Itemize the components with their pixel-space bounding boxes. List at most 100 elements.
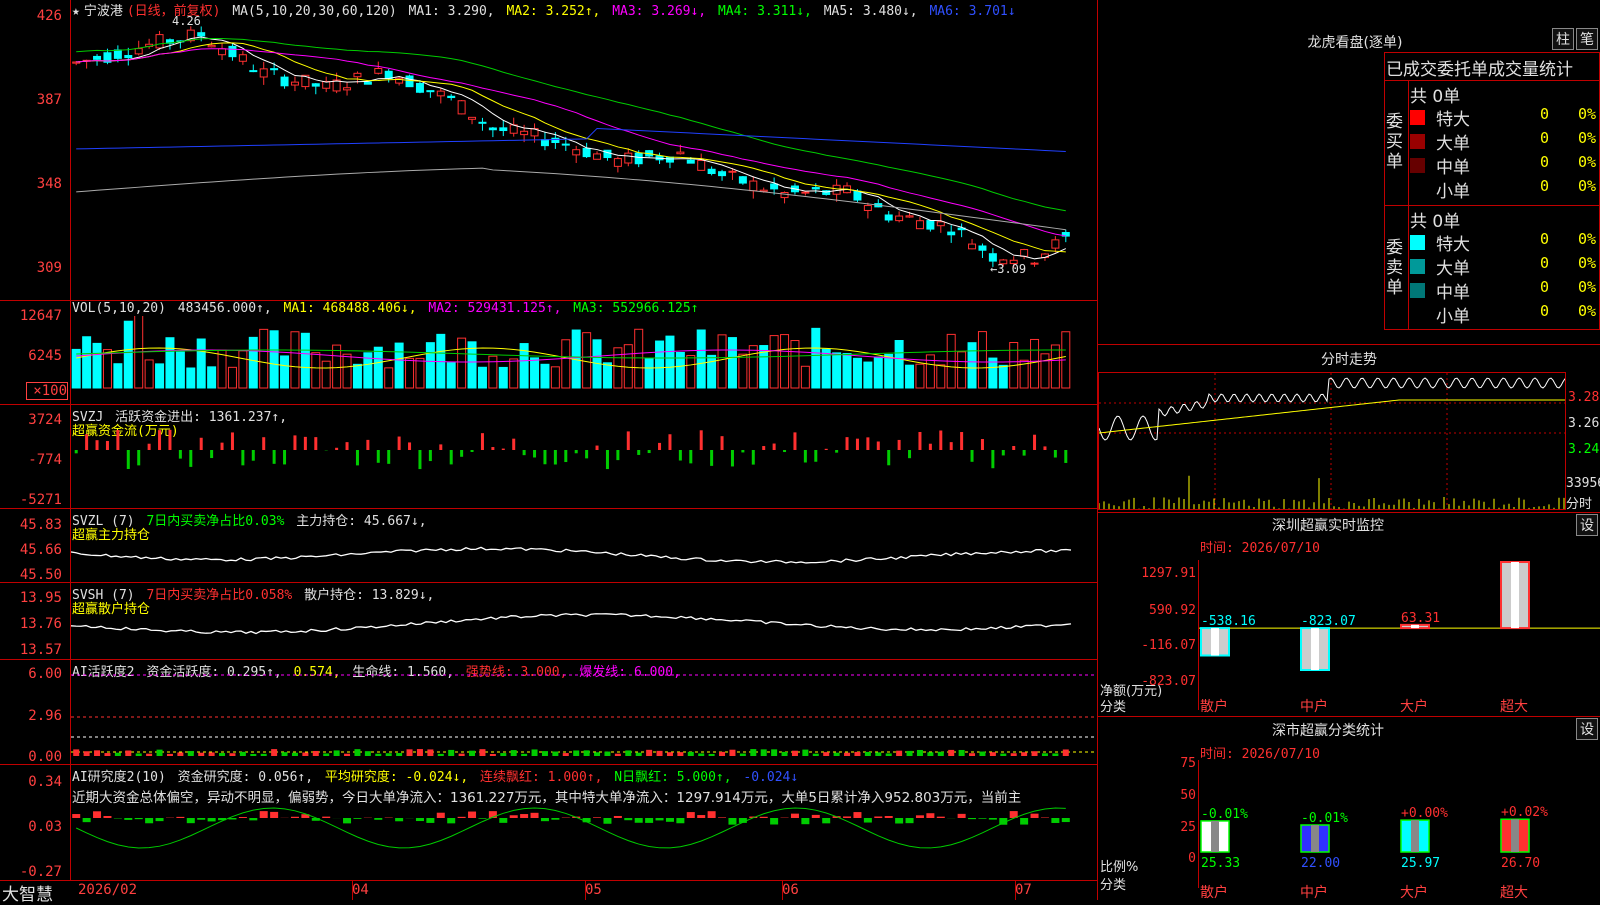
volume-bar	[176, 352, 184, 388]
volume-bar	[249, 337, 257, 388]
volume-bar	[72, 349, 80, 388]
monitor-bar-chart: -538.16-823.0763.311297.91	[1199, 560, 1600, 700]
lhb-row-label: 特大	[1436, 230, 1470, 255]
active-bar	[1011, 753, 1017, 756]
ma-params: MA(5,10,20,30,60,120)	[232, 4, 396, 19]
research-bar	[853, 812, 861, 818]
svzl-hold: 主力持仓: 45.667↓,	[296, 514, 426, 529]
stock-name[interactable]: 宁波港	[84, 4, 123, 19]
brand-logo[interactable]: 大智慧	[2, 880, 53, 905]
lhb-row-count: 0	[1540, 230, 1549, 248]
classify-value-label: 22.00	[1301, 856, 1340, 871]
active-bar	[302, 753, 308, 756]
candle-body	[448, 96, 455, 97]
volume-bar	[208, 367, 216, 388]
volume-bar	[833, 353, 841, 388]
volume-bar	[1051, 345, 1059, 388]
research-bar	[145, 818, 153, 823]
research-bar	[260, 811, 268, 818]
classify-value-label: 25.33	[1201, 856, 1240, 871]
flow-bar	[262, 437, 265, 450]
vol-unit-button[interactable]: ×100	[26, 382, 68, 400]
flow-bar	[356, 450, 359, 465]
active-bar	[802, 750, 808, 756]
volume-bar	[603, 363, 611, 388]
volume-bar	[885, 354, 893, 388]
candle-body	[250, 71, 257, 72]
intraday-chart[interactable]	[1099, 373, 1565, 509]
flow-bar	[491, 447, 494, 450]
candle-body	[364, 82, 371, 84]
classify-bar-highlight	[1311, 825, 1319, 852]
volume-bar	[312, 353, 320, 388]
candle-body	[354, 73, 361, 76]
research-bar	[676, 818, 684, 823]
lhb-row-count: 0	[1540, 153, 1549, 171]
research-bar	[624, 818, 632, 820]
divider-svzl-svsh	[0, 582, 1098, 583]
monitor-xlabel: 分类	[1100, 696, 1126, 715]
active-bar	[209, 752, 215, 756]
active-bar	[604, 752, 610, 756]
volume-bar	[791, 341, 799, 388]
candle-body	[521, 131, 528, 134]
volume-bar	[968, 343, 976, 388]
flow-bar	[835, 450, 838, 453]
classify-settings-button[interactable]: 设	[1576, 718, 1598, 740]
candlestick-chart[interactable]	[71, 18, 1097, 300]
volume-bar	[958, 352, 966, 388]
active-bar	[427, 749, 433, 756]
research-bar	[103, 816, 111, 818]
volume-bar	[93, 343, 101, 388]
lhb-tick-button[interactable]: 笔	[1576, 28, 1598, 50]
volume-bar	[749, 346, 757, 388]
volume-bar	[426, 343, 434, 388]
monitor-tick-3: -116.07	[1141, 638, 1196, 653]
flow-bar	[918, 432, 921, 450]
flow-bar	[554, 450, 557, 464]
candle-body	[635, 153, 642, 164]
research-bar	[843, 816, 851, 818]
ma5-value: MA5: 3.480↓,	[824, 4, 918, 19]
research-bar	[249, 818, 257, 820]
active-bar	[73, 749, 79, 756]
candle-body	[812, 188, 819, 189]
active-bar	[500, 753, 506, 756]
research-bar	[916, 815, 924, 818]
flow-bar	[241, 450, 244, 465]
flow-bar	[700, 430, 703, 450]
monitor-settings-button[interactable]: 设	[1576, 514, 1598, 536]
active-bar	[136, 753, 142, 756]
active-bar	[125, 751, 131, 756]
lhb-buy-sell-divider	[1384, 205, 1600, 206]
lhb-bar-button[interactable]: 柱	[1552, 28, 1574, 50]
active-bar	[469, 751, 475, 756]
flow-bar	[408, 442, 411, 450]
classify-change-label: +0.00%	[1401, 806, 1448, 821]
active-bar	[261, 754, 267, 756]
active-bar	[886, 753, 892, 756]
flow-bar	[1023, 450, 1026, 456]
volume-bar	[478, 367, 486, 388]
candle-body	[94, 56, 101, 59]
vol-tick-2: 6245	[0, 348, 62, 364]
volume-bar	[124, 321, 132, 388]
category-label: 超大	[1500, 882, 1528, 902]
volume-bar	[187, 368, 195, 388]
flow-bar	[971, 450, 974, 462]
research-bar	[989, 818, 997, 820]
active-bar	[761, 749, 767, 756]
ai-active-tick-2: 2.96	[0, 708, 62, 724]
volume-bar	[322, 361, 330, 388]
xaxis-label-5: 07	[1015, 882, 1032, 898]
volume-bar	[739, 354, 747, 388]
flow-bar	[804, 450, 807, 462]
category-label: 散户	[1200, 882, 1228, 902]
active-bar	[750, 749, 756, 756]
lhb-subtitle: 已成交委托单成交量统计	[1386, 55, 1600, 80]
favorite-star-icon[interactable]: ★	[72, 4, 80, 19]
flow-bar	[950, 442, 953, 450]
divider-xaxis	[0, 880, 1098, 881]
volume-bar	[218, 350, 226, 388]
candle-body	[208, 45, 215, 46]
